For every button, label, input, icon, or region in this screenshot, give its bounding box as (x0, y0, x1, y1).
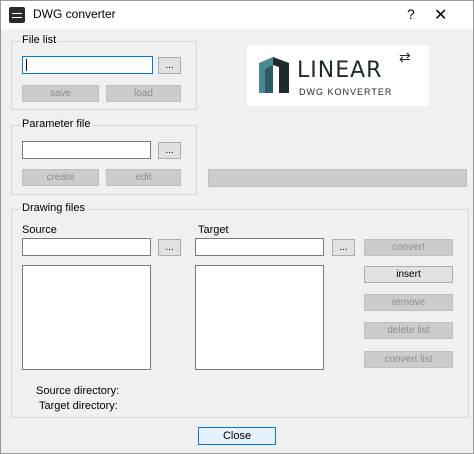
help-icon[interactable]: ? (407, 6, 415, 22)
target-label: Target (198, 224, 229, 236)
create-button[interactable]: create (22, 169, 99, 186)
swap-arrows-icon: ⇄ (399, 49, 411, 65)
source-files-list[interactable] (22, 265, 151, 370)
linear-logo-mark-icon (259, 57, 289, 93)
load-button[interactable]: load (106, 85, 181, 102)
drawing-files-group-title: Drawing files (20, 202, 87, 214)
convert-button[interactable]: convert (364, 239, 453, 256)
remove-button[interactable]: remove (364, 294, 453, 311)
linear-logo: LINEAR DWG KONVERTER ⇄ (247, 45, 429, 106)
parameter-file-path-input[interactable] (22, 141, 151, 159)
delete-list-button[interactable]: delete list (364, 322, 453, 339)
app-icon (9, 7, 25, 23)
insert-button[interactable]: insert (364, 266, 453, 283)
file-list-group-title: File list (20, 34, 59, 46)
text-caret (26, 59, 27, 71)
target-path-input[interactable] (195, 238, 324, 256)
dwg-converter-window: DWG converter ? ✕ File list ... save loa… (0, 0, 474, 454)
source-path-input[interactable] (22, 238, 151, 256)
convert-list-button[interactable]: convert list (364, 351, 453, 368)
target-browse-button[interactable]: ... (332, 239, 355, 256)
source-directory-label: Source directory: (36, 385, 120, 397)
title-bar: DWG converter ? ✕ (1, 1, 473, 29)
source-label: Source (22, 224, 57, 236)
parameter-file-browse-button[interactable]: ... (158, 142, 181, 159)
edit-button[interactable]: edit (106, 169, 181, 186)
window-title: DWG converter (33, 7, 116, 21)
save-button[interactable]: save (22, 85, 99, 102)
parameter-file-group-title: Parameter file (20, 118, 93, 130)
logo-subtitle: DWG KONVERTER (299, 87, 393, 97)
close-button[interactable]: Close (198, 427, 276, 445)
status-bar (208, 169, 467, 187)
target-directory-label: Target directory: (39, 400, 118, 412)
file-list-browse-button[interactable]: ... (158, 57, 181, 74)
target-files-list[interactable] (195, 265, 324, 370)
file-list-path-input[interactable] (22, 56, 153, 74)
logo-name: LINEAR (297, 58, 383, 83)
close-window-icon[interactable]: ✕ (434, 5, 447, 25)
source-browse-button[interactable]: ... (158, 239, 181, 256)
